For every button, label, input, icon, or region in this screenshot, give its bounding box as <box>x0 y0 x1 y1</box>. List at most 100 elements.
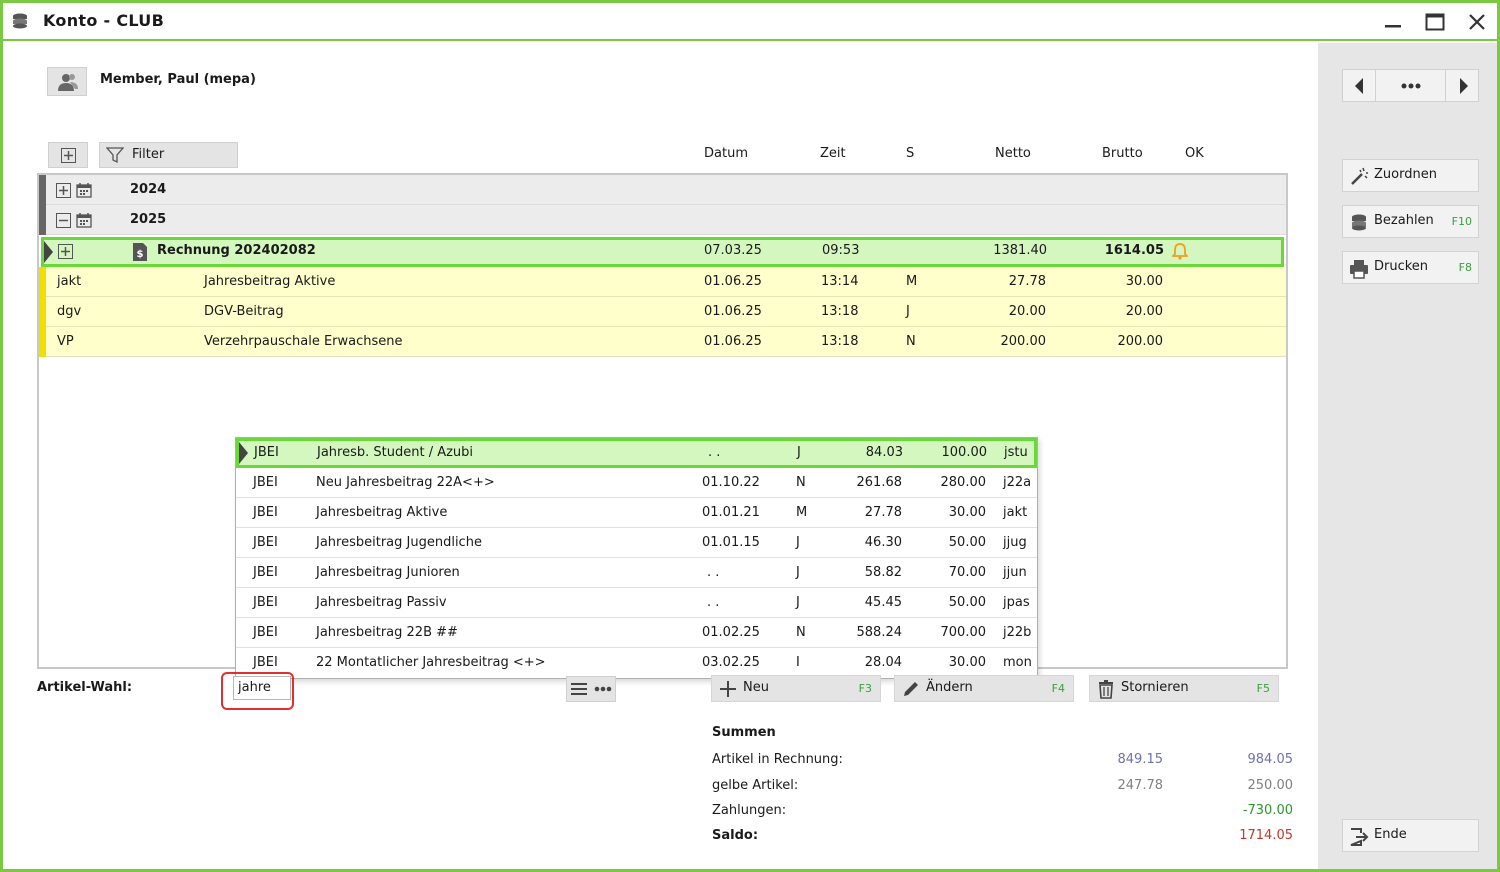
pencil-icon <box>904 682 918 696</box>
drucken-button[interactable]: Drucken F8 <box>1342 251 1479 284</box>
suggestion-brutto: 700.00 <box>940 625 987 640</box>
suggestion-s: I <box>796 655 800 670</box>
next-button[interactable] <box>1445 70 1478 101</box>
stornieren-label: Stornieren <box>1121 680 1189 695</box>
col-brutto[interactable]: Brutto <box>1102 146 1143 161</box>
item-name: Verzehrpauschale Erwachsene <box>204 334 403 349</box>
suggestion-brutto: 30.00 <box>948 655 986 670</box>
suggestion-row[interactable]: JBEI Neu Jahresbeitrag 22A<+> 01.10.22 N… <box>236 468 1037 498</box>
collapse-icon[interactable] <box>56 213 71 228</box>
suggestion-row-selected[interactable]: JBEI Jahresb. Student / Azubi . . J 84.0… <box>236 438 1037 468</box>
item-netto: 200.00 <box>1000 334 1047 349</box>
suggestion-row[interactable]: JBEI Jahresbeitrag 22B ## 01.02.25 N 588… <box>236 618 1037 648</box>
col-zeit[interactable]: Zeit <box>820 146 846 161</box>
expand-all-button[interactable] <box>48 142 88 168</box>
printer-icon <box>1350 260 1368 279</box>
group-row-2024[interactable]: 2024 <box>39 175 1286 205</box>
item-row[interactable]: jakt Jahresbeitrag Aktive 01.06.25 13:14… <box>39 267 1286 297</box>
item-code: jakt <box>57 274 82 289</box>
item-brutto: 20.00 <box>1125 304 1163 319</box>
item-name: Jahresbeitrag Aktive <box>204 274 336 289</box>
bezahlen-shortcut: F10 <box>1451 215 1472 228</box>
artikel-wahl-label: Artikel-Wahl: <box>37 680 133 695</box>
suggestion-row[interactable]: JBEI Jahresbeitrag Junioren . . J 58.82 … <box>236 558 1037 588</box>
previous-button[interactable] <box>1343 70 1376 101</box>
stornieren-button[interactable]: Stornieren F5 <box>1089 675 1279 702</box>
expand-icon[interactable] <box>56 183 71 198</box>
summen-brutto: 984.05 <box>1247 752 1294 767</box>
summen-netto: 247.78 <box>1117 778 1164 793</box>
group-marker <box>39 205 46 235</box>
item-s: M <box>906 274 918 289</box>
group-row-2025[interactable]: 2025 <box>39 205 1286 235</box>
suggestion-name: Neu Jahresbeitrag 22A<+> <box>316 475 495 490</box>
filter-icon <box>106 147 124 164</box>
minimize-button[interactable] <box>1379 9 1407 35</box>
list-options-button[interactable] <box>566 676 616 702</box>
suggestion-name: Jahresbeitrag Junioren <box>316 565 460 580</box>
col-netto[interactable]: Netto <box>995 146 1031 161</box>
more-nav-button[interactable] <box>1379 70 1443 101</box>
aendern-shortcut: F4 <box>1051 682 1065 695</box>
yellow-marker <box>39 267 46 297</box>
neu-button[interactable]: Neu F3 <box>711 675 881 702</box>
bezahlen-label: Bezahlen <box>1374 213 1434 228</box>
calendar-icon <box>76 183 92 198</box>
invoice-netto: 1381.40 <box>993 243 1047 258</box>
artikel-input[interactable]: jahre <box>233 676 291 700</box>
suggestion-row[interactable]: JBEI Jahresbeitrag Passiv . . J 45.45 50… <box>236 588 1037 618</box>
item-row[interactable]: dgv DGV-Beitrag 01.06.25 13:18 J 20.00 2… <box>39 297 1286 327</box>
drucken-shortcut: F8 <box>1458 261 1472 274</box>
summen-saldo: 1714.05 <box>1239 828 1293 843</box>
ende-button[interactable]: Ende <box>1342 819 1479 852</box>
item-netto: 20.00 <box>1008 304 1046 319</box>
magic-wand-icon <box>1351 167 1368 185</box>
app-window: Konto - CLUB Zuordnen Bezahlen F10 Druck… <box>0 0 1500 872</box>
col-ok[interactable]: OK <box>1185 146 1204 161</box>
suggestion-group: JBEI <box>253 625 278 640</box>
item-s: J <box>906 304 910 319</box>
suggestion-name: Jahresbeitrag Passiv <box>316 595 447 610</box>
summen-label: Zahlungen: <box>712 803 787 818</box>
suggestion-code: j22a <box>1003 475 1032 490</box>
aendern-button[interactable]: Ändern F4 <box>894 675 1074 702</box>
summen-netto: 849.15 <box>1117 752 1164 767</box>
suggestion-row[interactable]: JBEI Jahresbeitrag Jugendliche 01.01.15 … <box>236 528 1037 558</box>
close-button[interactable] <box>1463 9 1491 35</box>
minimize-icon <box>1385 25 1401 28</box>
bell-icon[interactable] <box>1172 242 1188 260</box>
suggestion-group: JBEI <box>253 505 278 520</box>
col-datum[interactable]: Datum <box>704 146 748 161</box>
record-nav <box>1342 69 1479 102</box>
member-button[interactable] <box>47 67 87 96</box>
suggestion-row[interactable]: JBEI 22 Montatlicher Jahresbeitrag <+> 0… <box>236 648 1037 678</box>
invoice-row[interactable]: $ Rechnung 202402082 07.03.25 09:53 1381… <box>41 237 1284 267</box>
summen-brutto: 250.00 <box>1247 778 1294 793</box>
expand-icon[interactable] <box>58 244 73 259</box>
neu-shortcut: F3 <box>858 682 872 695</box>
filter-button[interactable]: Filter <box>99 142 238 168</box>
suggestion-code: mon <box>1003 655 1032 670</box>
summen-label: gelbe Artikel: <box>712 778 799 793</box>
bezahlen-button[interactable]: Bezahlen F10 <box>1342 205 1479 238</box>
item-datum: 01.06.25 <box>704 334 762 349</box>
zuordnen-label: Zuordnen <box>1374 167 1437 182</box>
suggestion-s: J <box>796 595 800 610</box>
suggestion-group: JBEI <box>253 565 278 580</box>
suggestion-group: JBEI <box>253 595 278 610</box>
suggestion-row[interactable]: JBEI Jahresbeitrag Aktive 01.01.21 M 27.… <box>236 498 1037 528</box>
invoice-zeit: 09:53 <box>822 243 860 258</box>
suggestion-code: jpas <box>1003 595 1030 610</box>
row-pointer-icon <box>239 442 248 464</box>
suggestion-brutto: 100.00 <box>941 445 988 460</box>
item-s: N <box>906 334 916 349</box>
item-zeit: 13:18 <box>821 304 859 319</box>
yellow-marker <box>39 327 46 357</box>
maximize-button[interactable] <box>1421 9 1449 35</box>
item-row[interactable]: VP Verzehrpauschale Erwachsene 01.06.25 … <box>39 327 1286 357</box>
ende-label: Ende <box>1374 827 1407 842</box>
col-s[interactable]: S <box>906 146 914 161</box>
coins-app-icon <box>13 13 27 29</box>
suggestion-code: jjug <box>1003 535 1027 550</box>
zuordnen-button[interactable]: Zuordnen <box>1342 159 1479 192</box>
